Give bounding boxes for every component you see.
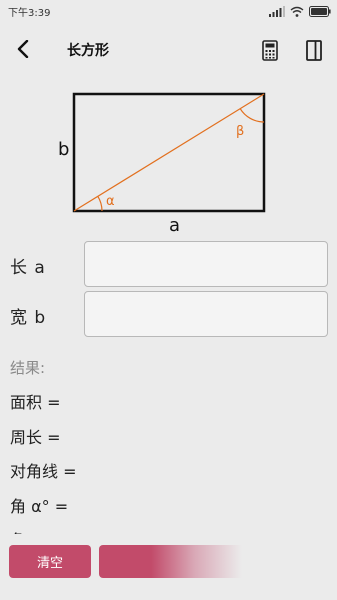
calculator-icon bbox=[262, 39, 278, 61]
angle-beta-label: β bbox=[236, 124, 244, 139]
status-bar: 下午3:39 bbox=[0, 0, 337, 22]
back-button[interactable] bbox=[8, 34, 38, 64]
battery-icon bbox=[309, 5, 331, 17]
calculate-button[interactable] bbox=[99, 545, 337, 578]
side-panel-icon bbox=[306, 39, 322, 61]
bottom-action-bar: 清空 bbox=[0, 534, 337, 600]
result-diagonal: 对角线 = bbox=[10, 462, 77, 481]
side-a-label: a bbox=[169, 215, 180, 235]
result-area: 面积 = bbox=[10, 393, 61, 412]
back-arrow-icon bbox=[17, 40, 29, 58]
calculator-button[interactable] bbox=[257, 35, 283, 65]
status-time: 下午3:39 bbox=[8, 8, 51, 19]
length-label: 长 a bbox=[10, 258, 46, 278]
angle-beta-arc bbox=[239, 108, 265, 123]
length-input-row: 长 a bbox=[0, 241, 337, 287]
side-panel-button[interactable] bbox=[301, 35, 327, 65]
angle-alpha-arc bbox=[97, 195, 103, 212]
clear-button[interactable]: 清空 bbox=[9, 545, 91, 578]
side-b-label: b bbox=[58, 139, 69, 160]
results-title: 结果: bbox=[10, 359, 46, 377]
diagonal-line bbox=[73, 93, 265, 212]
angle-alpha-label: α bbox=[106, 194, 115, 209]
status-icons bbox=[269, 3, 331, 19]
width-label: 宽 b bbox=[10, 308, 47, 328]
rectangle-figure: α β b a bbox=[58, 92, 266, 236]
page-title: 长方形 bbox=[67, 43, 109, 59]
rectangle-diagram: α β b a bbox=[0, 85, 337, 236]
result-perimeter: 周长 = bbox=[10, 428, 61, 447]
width-input-row: 宽 b bbox=[0, 291, 337, 337]
width-input[interactable] bbox=[84, 291, 328, 337]
wifi-icon bbox=[290, 6, 304, 17]
app-bar: 长方形 bbox=[0, 22, 337, 78]
result-angle-alpha: 角 α° = bbox=[10, 497, 69, 516]
signal-icon bbox=[269, 5, 285, 17]
length-input[interactable] bbox=[84, 241, 328, 287]
